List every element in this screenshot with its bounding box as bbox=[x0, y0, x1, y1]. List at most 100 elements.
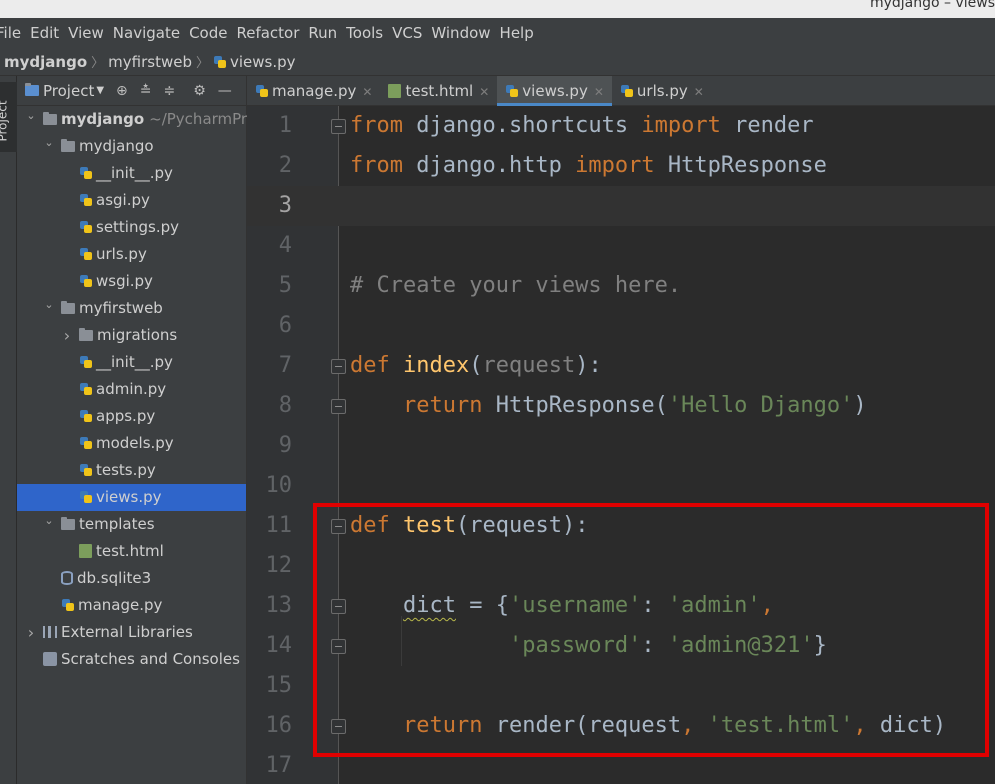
breadcrumb-file[interactable]: views.py bbox=[213, 53, 296, 71]
code-text: from django.shortcuts import render bbox=[350, 106, 814, 146]
menu-navigate[interactable]: Navigate bbox=[113, 24, 189, 42]
line-number: 5 bbox=[278, 273, 292, 298]
close-icon[interactable]: ✕ bbox=[362, 85, 372, 99]
tree-item-label: manage.py bbox=[78, 596, 163, 614]
menu-view[interactable]: View bbox=[68, 24, 113, 42]
tree-item[interactable]: __init__.py bbox=[17, 160, 246, 187]
chevron-down-icon[interactable]: ⌄ bbox=[43, 129, 55, 156]
menu-tools[interactable]: Tools bbox=[346, 24, 392, 42]
fold-marker-icon[interactable] bbox=[331, 599, 346, 614]
chevron-right-icon: 〉 bbox=[195, 56, 209, 71]
code-text: 'password': 'admin@321'} bbox=[350, 626, 827, 666]
tree-item[interactable]: __init__.py bbox=[17, 349, 246, 376]
editor-tab-label: test.html bbox=[405, 82, 474, 100]
menu-file[interactable]: File bbox=[0, 24, 30, 42]
chevron-right-icon[interactable]: › bbox=[25, 619, 37, 646]
code-line: 12 bbox=[247, 546, 995, 586]
tree-item[interactable]: test.html bbox=[17, 538, 246, 565]
locate-icon[interactable]: ⊕ bbox=[116, 83, 128, 99]
fold-marker-icon[interactable] bbox=[331, 359, 346, 374]
editor-tab-label: manage.py bbox=[272, 82, 357, 100]
tree-item[interactable]: apps.py bbox=[17, 403, 246, 430]
python-file-icon bbox=[79, 274, 93, 288]
tree-item-path: ~/PycharmProj bbox=[149, 110, 261, 128]
chevron-down-icon[interactable]: ⌄ bbox=[43, 291, 55, 318]
tree-item[interactable]: ⌄ templates bbox=[17, 511, 246, 538]
chevron-down-icon[interactable]: ⌄ bbox=[43, 507, 55, 534]
code-token: # Create your views here. bbox=[350, 273, 682, 298]
editor-tab[interactable]: manage.py ✕ bbox=[247, 76, 380, 106]
tree-item[interactable]: ⌄ myfirstweb bbox=[17, 295, 246, 322]
close-icon[interactable]: ✕ bbox=[479, 85, 489, 99]
tree-item[interactable]: manage.py bbox=[17, 592, 246, 619]
fold-marker-icon[interactable] bbox=[331, 719, 346, 734]
scratches-icon bbox=[43, 652, 57, 666]
project-tool-tab[interactable]: Project bbox=[0, 82, 17, 152]
code-line: 2 from django.http import HttpResponse bbox=[247, 146, 995, 186]
code-text: # Create your views here. bbox=[350, 266, 681, 306]
tree-item[interactable]: › External Libraries bbox=[17, 619, 246, 646]
code-token: def bbox=[350, 353, 390, 378]
line-number: 9 bbox=[278, 433, 292, 458]
code-line: 6 bbox=[247, 306, 995, 346]
fold-marker-icon[interactable] bbox=[331, 119, 346, 134]
tree-item-content: mydjango bbox=[61, 133, 154, 160]
tree-item[interactable]: ⌄ mydjango bbox=[17, 133, 246, 160]
menu-code[interactable]: Code bbox=[189, 24, 236, 42]
tree-item[interactable]: models.py bbox=[17, 430, 246, 457]
tree-item[interactable]: asgi.py bbox=[17, 187, 246, 214]
python-file-icon bbox=[79, 490, 93, 504]
code-token: ( bbox=[469, 353, 483, 378]
tree-item-content: asgi.py bbox=[79, 187, 150, 214]
project-view-dropdown[interactable]: Project bbox=[43, 82, 94, 100]
tree-item-content: models.py bbox=[79, 430, 174, 457]
fold-marker-icon[interactable] bbox=[331, 519, 346, 534]
python-file-icon bbox=[213, 55, 227, 69]
line-number: 3 bbox=[278, 193, 292, 218]
chevron-right-icon[interactable]: › bbox=[61, 322, 73, 349]
chevron-down-icon[interactable]: ⌄ bbox=[25, 102, 37, 129]
editor-tab[interactable]: urls.py ✕ bbox=[612, 76, 712, 106]
python-file-icon bbox=[61, 598, 75, 612]
line-number: 14 bbox=[265, 633, 293, 658]
tree-item-content: templates bbox=[61, 511, 155, 538]
tree-item-content: urls.py bbox=[79, 241, 147, 268]
code-editor[interactable]: 1 from django.shortcuts import render 2 fro… bbox=[247, 106, 995, 784]
tree-item[interactable]: admin.py bbox=[17, 376, 246, 403]
tree-item[interactable]: tests.py bbox=[17, 457, 246, 484]
expand-all-icon[interactable]: ≛ bbox=[140, 83, 152, 99]
tree-item-label: urls.py bbox=[96, 245, 147, 263]
fold-marker-icon[interactable] bbox=[331, 639, 346, 654]
tree-item[interactable]: db.sqlite3 bbox=[17, 565, 246, 592]
menu-vcs[interactable]: VCS bbox=[392, 24, 431, 42]
left-tool-strip: Project bbox=[0, 76, 17, 784]
tree-item[interactable]: settings.py bbox=[17, 214, 246, 241]
hide-icon[interactable]: — bbox=[218, 83, 232, 99]
chevron-right-icon: 〉 bbox=[91, 56, 105, 71]
breadcrumb-project[interactable]: mydjango bbox=[4, 53, 87, 71]
python-file-icon bbox=[79, 220, 93, 234]
menu-run[interactable]: Run bbox=[308, 24, 346, 42]
menu-help[interactable]: Help bbox=[500, 24, 543, 42]
line-number: 15 bbox=[265, 673, 293, 698]
tree-item[interactable]: urls.py bbox=[17, 241, 246, 268]
menu-refactor[interactable]: Refactor bbox=[236, 24, 308, 42]
code-token: : bbox=[641, 593, 668, 618]
editor-tab[interactable]: views.py ✕ bbox=[497, 76, 612, 106]
close-icon[interactable]: ✕ bbox=[594, 85, 604, 99]
fold-marker-icon[interactable] bbox=[331, 399, 346, 414]
tree-item[interactable]: Scratches and Consoles bbox=[17, 646, 246, 673]
breadcrumb-folder[interactable]: myfirstweb bbox=[108, 53, 192, 71]
editor-tab[interactable]: test.html ✕ bbox=[380, 76, 497, 106]
gear-icon[interactable]: ⚙ bbox=[193, 83, 206, 99]
close-icon[interactable]: ✕ bbox=[694, 85, 704, 99]
menu-window[interactable]: Window bbox=[431, 24, 499, 42]
tree-item[interactable]: › migrations bbox=[17, 322, 246, 349]
project-panel: Project ▼ ⊕ ≛ ≑ ⚙ — ⌄ mydjango ~/PycharmPr… bbox=[17, 76, 260, 784]
collapse-all-icon[interactable]: ≑ bbox=[164, 83, 176, 99]
chevron-down-icon[interactable]: ▼ bbox=[96, 85, 104, 96]
menu-edit[interactable]: Edit bbox=[30, 24, 68, 42]
tree-item-label: test.html bbox=[96, 542, 164, 560]
